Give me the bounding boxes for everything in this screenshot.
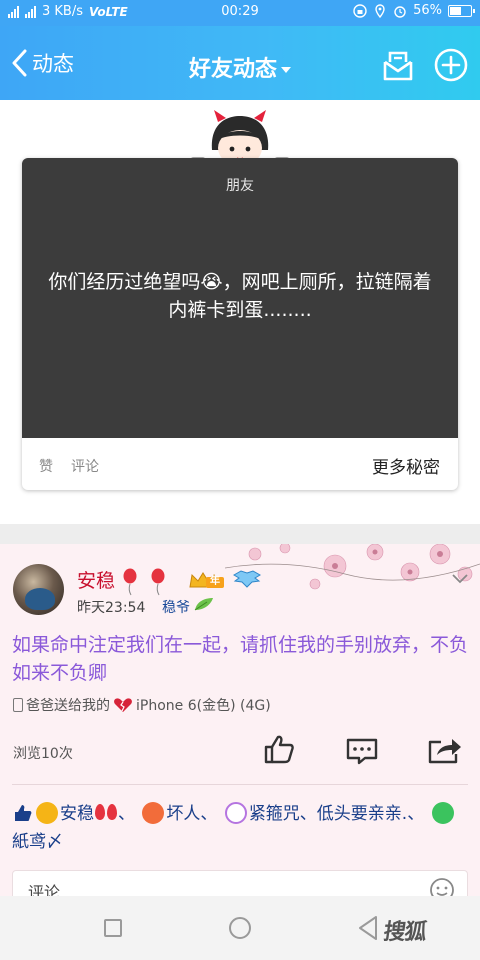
- red-balloon-mini-icon: [107, 804, 117, 820]
- liker-name[interactable]: 坏人: [166, 804, 200, 824]
- secret-card-footer: 赞 评论 更多秘密: [22, 438, 458, 490]
- crown-icon: [189, 572, 224, 588]
- vip-year-label: 年: [210, 576, 220, 587]
- red-balloon-icon: [123, 568, 137, 596]
- caret-down-icon: [281, 67, 291, 73]
- top-header: 动态 好友动态: [0, 26, 480, 100]
- secret-card-body: 朋友 你们经历过绝望吗😭，网吧上厕所，拉链隔着内裤卡到蛋........: [22, 158, 458, 438]
- comment-input[interactable]: 评论: [12, 870, 468, 896]
- e-badge-icon: [224, 802, 247, 824]
- liker-name[interactable]: 紧箍咒、低头要亲亲.: [249, 804, 407, 824]
- home-button[interactable]: [229, 917, 251, 939]
- status-right: 56%: [353, 3, 475, 18]
- liker-list: 安稳、 坏人、 紧箍咒、低头要亲亲.、 紙鸢〆: [12, 800, 472, 856]
- phone-icon: [13, 698, 23, 712]
- battery-percent: 56%: [413, 3, 442, 18]
- feed-post: 安稳 年 昨天23:54 稳爷 如果命中注定我们在一起，请抓住我的手别放弃，不负…: [0, 544, 480, 896]
- section-divider: [0, 524, 480, 544]
- liker-badge-icon: [36, 802, 58, 824]
- green-badge-icon: [431, 802, 454, 824]
- page-title: 好友动态: [188, 57, 277, 82]
- liker-name[interactable]: 安稳: [60, 804, 94, 824]
- secret-text: 你们经历过绝望吗😭，网吧上厕所，拉链隔着内裤卡到蛋........: [48, 271, 432, 321]
- secret-tag: 朋友: [226, 178, 254, 194]
- red-balloon-icon-2: [151, 568, 165, 596]
- device-model: iPhone 6(金色) (4G): [136, 698, 271, 714]
- thumbs-up-small-icon: [15, 805, 32, 821]
- device-prefix: 爸爸送给我的: [26, 698, 110, 714]
- leaf-icon: [194, 598, 213, 611]
- wing-badge-icon[interactable]: [233, 569, 261, 589]
- comment-placeholder: 评论: [28, 883, 61, 896]
- secret-comment-button[interactable]: 评论: [71, 456, 99, 476]
- comment-bubble-icon[interactable]: [345, 737, 379, 765]
- mailbox-icon[interactable]: [381, 50, 415, 82]
- chevron-down-icon[interactable]: [452, 574, 468, 584]
- post-time: 昨天23:54: [77, 600, 146, 616]
- plus-circle-icon[interactable]: [434, 48, 468, 82]
- watermark-logo: 搜狐: [381, 920, 428, 945]
- post-client[interactable]: 稳爷: [162, 597, 190, 617]
- post-separator: [12, 784, 468, 785]
- alarm-icon: [394, 5, 406, 18]
- smiley-icon[interactable]: [429, 877, 455, 896]
- poster-name[interactable]: 安稳: [77, 566, 115, 593]
- lock-rotation-icon: [353, 3, 367, 18]
- secret-like-button[interactable]: 赞: [39, 456, 53, 476]
- thumbs-up-icon[interactable]: [263, 734, 295, 764]
- red-balloon-mini-icon: [95, 804, 105, 820]
- system-nav-bar: 搜狐: [0, 896, 480, 960]
- location-icon: [375, 3, 385, 18]
- recents-button[interactable]: [104, 919, 122, 937]
- flower-decoration: [225, 544, 480, 590]
- liker-sep: 、: [407, 804, 425, 824]
- nav-back-icon[interactable]: [357, 915, 379, 941]
- broken-heart-icon: [114, 698, 132, 712]
- liker-sep: 、: [118, 804, 135, 824]
- battery-icon: [448, 4, 475, 17]
- battery-fill: [450, 6, 461, 15]
- more-secrets-link[interactable]: 更多秘密: [372, 453, 440, 478]
- secret-card[interactable]: 朋友 你们经历过绝望吗😭，网吧上厕所，拉链隔着内裤卡到蛋........ 赞 评…: [22, 158, 458, 490]
- status-bar: 3 KB/s VoLTE 00:29 56%: [0, 0, 480, 26]
- avatar[interactable]: [13, 564, 64, 615]
- post-text: 如果命中注定我们在一起，请抓住我的手别放弃，不负如来不负卿: [12, 634, 469, 684]
- device-info: 爸爸送给我的 iPhone 6(金色) (4G): [13, 695, 271, 715]
- liker-sep: 、: [200, 804, 218, 824]
- liker-name[interactable]: 紙鸢〆: [12, 832, 63, 852]
- share-icon[interactable]: [427, 736, 463, 764]
- fire-badge-icon: [142, 802, 165, 824]
- vip-year-badge[interactable]: 年: [188, 571, 226, 589]
- view-count: 浏览10次: [13, 746, 73, 762]
